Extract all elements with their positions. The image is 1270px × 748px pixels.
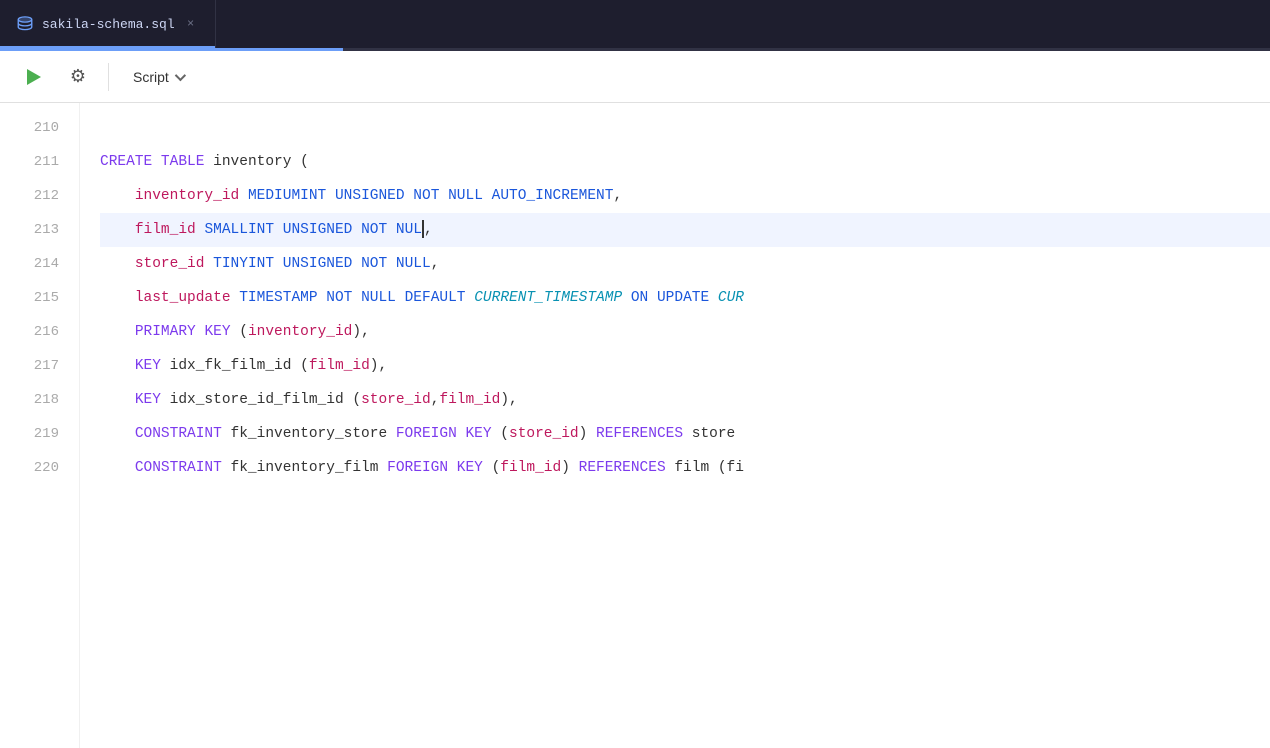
toolbar-divider bbox=[108, 63, 109, 91]
code-line-215: last_update TIMESTAMP NOT NULL DEFAULT C… bbox=[100, 281, 1270, 315]
line-num-211: 211 bbox=[0, 145, 79, 179]
tab-close-button[interactable]: × bbox=[183, 16, 199, 32]
tab-sakila-schema[interactable]: sakila-schema.sql × bbox=[0, 0, 216, 48]
line-num-217: 217 bbox=[0, 349, 79, 383]
code-line-213: film_id SMALLINT UNSIGNED NOT NUL, bbox=[100, 213, 1270, 247]
code-line-217: KEY idx_fk_film_id (film_id), bbox=[100, 349, 1270, 383]
settings-button[interactable]: ⚙ bbox=[60, 59, 96, 95]
toolbar: ⚙ Script bbox=[0, 51, 1270, 103]
editor-area[interactable]: 210 211 212 213 214 215 216 217 218 219 … bbox=[0, 103, 1270, 748]
code-line-211: CREATE TABLE inventory ( bbox=[100, 145, 1270, 179]
tab-bar: sakila-schema.sql × bbox=[0, 0, 1270, 48]
line-num-219: 219 bbox=[0, 417, 79, 451]
code-editor[interactable]: CREATE TABLE inventory ( inventory_id ME… bbox=[80, 103, 1270, 748]
gear-icon: ⚙ bbox=[70, 66, 86, 87]
code-line-210 bbox=[100, 111, 1270, 145]
line-numbers: 210 211 212 213 214 215 216 217 218 219 … bbox=[0, 103, 80, 748]
line-num-210: 210 bbox=[0, 111, 79, 145]
script-label: Script bbox=[133, 69, 169, 85]
code-line-214: store_id TINYINT UNSIGNED NOT NULL, bbox=[100, 247, 1270, 281]
chevron-down-icon bbox=[175, 69, 186, 80]
line-num-215: 215 bbox=[0, 281, 79, 315]
line-num-213: 213 bbox=[0, 213, 79, 247]
code-line-219: CONSTRAINT fk_inventory_store FOREIGN KE… bbox=[100, 417, 1270, 451]
code-line-220: CONSTRAINT fk_inventory_film FOREIGN KEY… bbox=[100, 451, 1270, 485]
run-button[interactable] bbox=[16, 59, 52, 95]
line-num-212: 212 bbox=[0, 179, 79, 213]
script-dropdown-button[interactable]: Script bbox=[121, 63, 195, 91]
code-line-216: PRIMARY KEY (inventory_id), bbox=[100, 315, 1270, 349]
tab-filename: sakila-schema.sql bbox=[42, 17, 175, 32]
code-line-218: KEY idx_store_id_film_id (store_id,film_… bbox=[100, 383, 1270, 417]
code-line-212: inventory_id MEDIUMINT UNSIGNED NOT NULL… bbox=[100, 179, 1270, 213]
db-icon bbox=[16, 15, 34, 33]
line-num-218: 218 bbox=[0, 383, 79, 417]
line-num-216: 216 bbox=[0, 315, 79, 349]
line-num-214: 214 bbox=[0, 247, 79, 281]
line-num-220: 220 bbox=[0, 451, 79, 485]
run-icon bbox=[27, 69, 41, 85]
